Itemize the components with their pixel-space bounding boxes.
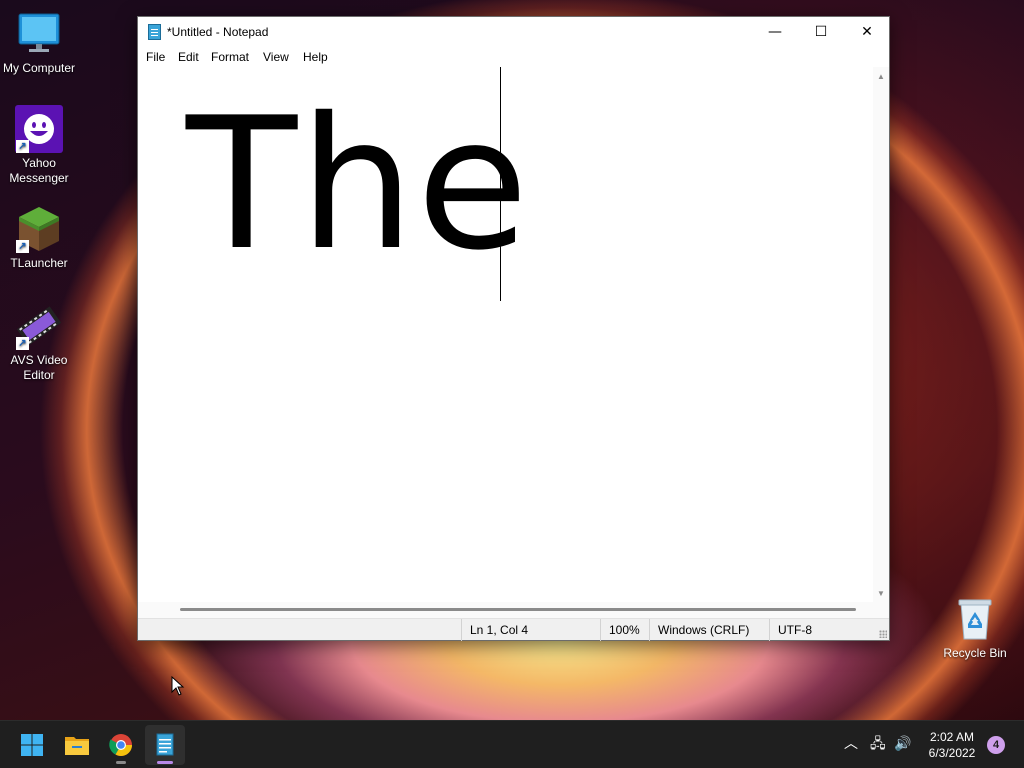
shortcut-arrow-icon: ↗ (16, 337, 29, 350)
start-button[interactable] (12, 725, 52, 765)
desktop-icon-label: TLauncher (10, 256, 68, 270)
text-caret (500, 67, 501, 301)
clock-time: 2:02 AM (929, 730, 975, 744)
text-editor[interactable]: The (138, 67, 873, 602)
notepad-icon (148, 24, 161, 40)
taskbar-chrome[interactable] (101, 725, 141, 765)
desktop-icon-label: AVS Video Editor (10, 353, 68, 382)
title-bar[interactable]: *Untitled - Notepad — ☐ ✕ (138, 17, 889, 47)
status-cursor-position: Ln 1, Col 4 (461, 619, 528, 641)
menu-edit[interactable]: Edit (178, 50, 199, 64)
desktop-icon-label: Recycle Bin (943, 646, 1007, 660)
volume-icon[interactable]: 🔊 (894, 735, 911, 753)
vertical-scrollbar[interactable]: ▲ ▼ (873, 67, 889, 602)
status-line-ending: Windows (CRLF) (649, 619, 749, 641)
clock-date: 6/3/2022 (928, 746, 976, 760)
desktop: My Computer ↗ Yahoo Messenger ↗ TLaunche… (0, 0, 1024, 720)
desktop-icon-label: My Computer (2, 61, 76, 75)
status-encoding: UTF-8 (769, 619, 812, 641)
scroll-down-icon[interactable]: ▼ (873, 586, 889, 602)
desktop-icon-my-computer[interactable]: My Computer (0, 10, 78, 76)
desktop-icon-avs-video-editor[interactable]: ↗ AVS Video Editor (0, 302, 78, 383)
menu-view[interactable]: View (263, 50, 289, 64)
desktop-icon-label: Yahoo Messenger (9, 156, 69, 185)
close-button[interactable]: ✕ (844, 17, 890, 47)
show-hidden-icons-chevron-icon[interactable]: ︿ (844, 735, 858, 753)
running-indicator (116, 761, 126, 764)
notepad-icon (156, 733, 174, 756)
desktop-icon-recycle-bin[interactable]: Recycle Bin (936, 595, 1014, 661)
active-indicator (157, 761, 173, 764)
status-zoom: 100% (600, 619, 640, 641)
clock[interactable]: 2:02 AM 6/3/2022 (920, 729, 984, 761)
desktop-icon-yahoo-messenger[interactable]: ↗ Yahoo Messenger (0, 105, 78, 186)
maximize-button[interactable]: ☐ (798, 17, 844, 47)
windows-logo-icon (21, 734, 43, 756)
menu-format[interactable]: Format (211, 50, 249, 64)
shortcut-arrow-icon: ↗ (16, 140, 29, 153)
status-bar: Ln 1, Col 4 100% Windows (CRLF) UTF-8 (138, 618, 889, 641)
taskbar: ︿ 🖧 🔊 2:02 AM 6/3/2022 4 (0, 720, 1024, 768)
film-strip-icon: ↗ (15, 302, 63, 350)
desktop-icon-tlauncher[interactable]: ↗ TLauncher (0, 205, 78, 271)
menu-file[interactable]: File (146, 50, 165, 64)
scroll-up-icon[interactable]: ▲ (873, 69, 889, 85)
shortcut-arrow-icon: ↗ (16, 240, 29, 253)
taskbar-file-explorer[interactable] (57, 725, 97, 765)
editor-content: The (186, 78, 531, 290)
taskbar-notepad[interactable] (145, 725, 185, 765)
notification-badge[interactable]: 4 (987, 736, 1005, 754)
menu-help[interactable]: Help (303, 50, 328, 64)
window-title: *Untitled - Notepad (167, 25, 269, 39)
recycle-bin-icon (951, 595, 999, 643)
horizontal-scrollbar[interactable] (138, 602, 889, 618)
mouse-cursor-icon (171, 676, 185, 696)
folder-icon (65, 737, 89, 755)
resize-grip-icon[interactable] (879, 630, 887, 638)
yahoo-messenger-icon: ↗ (15, 105, 63, 153)
network-icon[interactable]: 🖧 (870, 735, 886, 753)
chrome-icon (109, 734, 132, 756)
notepad-window[interactable]: *Untitled - Notepad — ☐ ✕ File Edit Form… (137, 16, 890, 641)
menu-bar: File Edit Format View Help (138, 47, 889, 67)
monitor-icon (15, 10, 63, 58)
minimize-button[interactable]: — (752, 17, 798, 47)
horizontal-scroll-thumb[interactable] (180, 608, 856, 611)
grass-block-icon: ↗ (15, 205, 63, 253)
